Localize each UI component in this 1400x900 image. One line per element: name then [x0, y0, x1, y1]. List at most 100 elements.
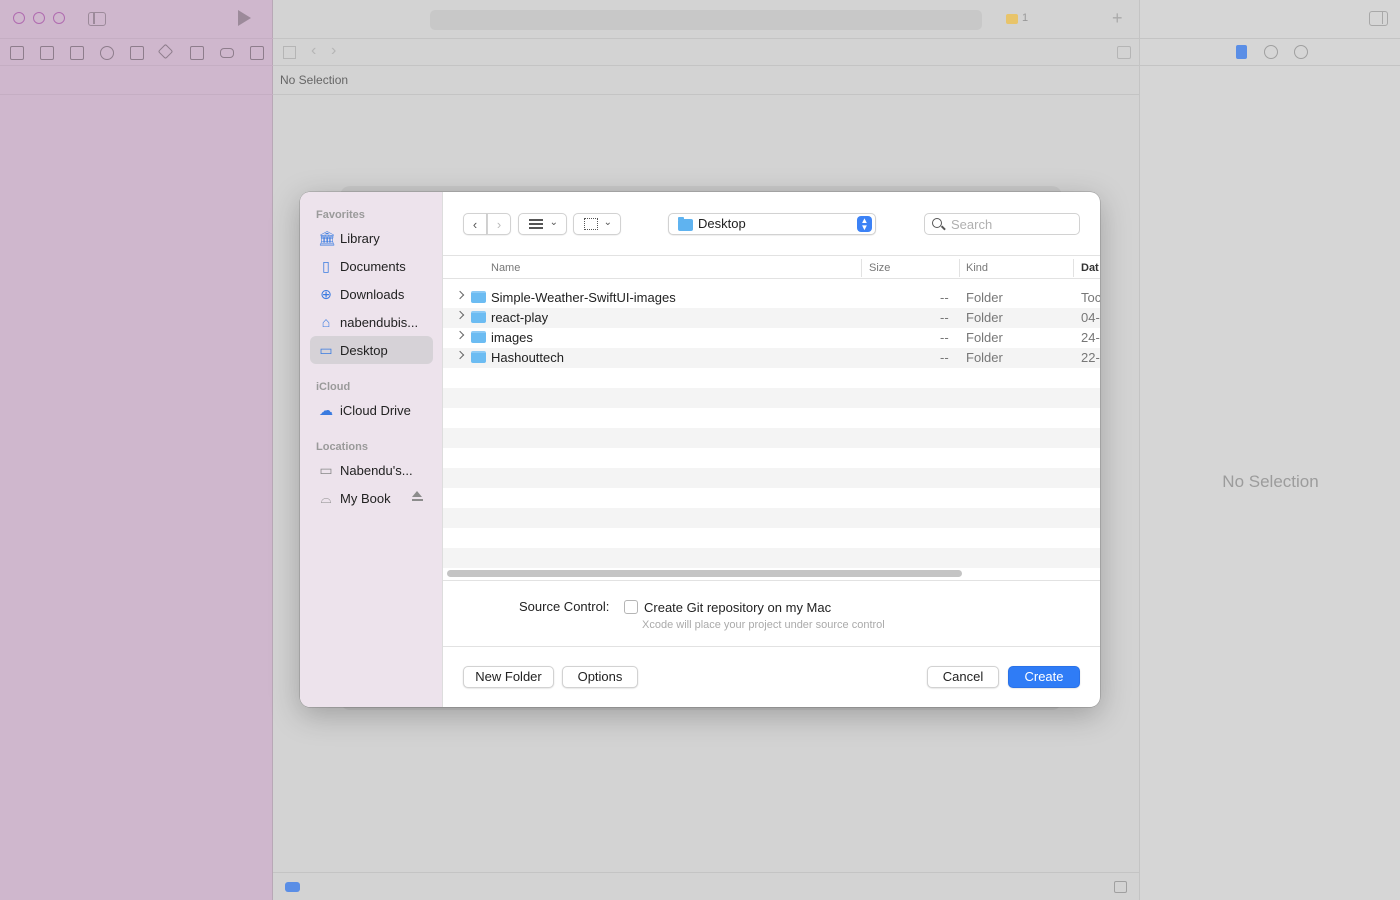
library-icon: 🏛 — [318, 230, 336, 246]
disclosure-triangle-icon[interactable] — [455, 310, 465, 320]
warning-icon[interactable] — [1006, 14, 1018, 24]
table-row[interactable]: Simple-Weather-SwiftUI-images -- Folder … — [443, 288, 1100, 308]
empty-row — [443, 408, 1100, 428]
locations-section-title: Locations — [316, 441, 368, 453]
zoom-window-button[interactable] — [53, 12, 65, 24]
group-view-button[interactable]: ⌄ — [573, 213, 621, 235]
table-row[interactable]: Hashouttech -- Folder 22- — [443, 348, 1100, 368]
git-repository-checkbox[interactable] — [624, 600, 638, 614]
location-popup[interactable]: Desktop ▲ ▼ — [668, 213, 876, 235]
forward-button[interactable]: › — [487, 213, 511, 235]
new-folder-button[interactable]: New Folder — [463, 666, 554, 688]
disclosure-triangle-icon[interactable] — [455, 350, 465, 360]
sidebar-item-label: My Book — [340, 490, 391, 506]
file-size: -- — [940, 330, 949, 345]
navigator-tab-bar — [0, 38, 273, 66]
sidebar-item-mac-disk[interactable]: ▭ Nabendu's... — [310, 456, 433, 484]
xcode-inspector-pane: No Selection — [1139, 0, 1400, 900]
file-name: Simple-Weather-SwiftUI-images — [491, 290, 676, 305]
related-items-icon[interactable] — [283, 46, 296, 59]
file-browser-pane: ‹ › ⌄ ⌄ Desktop ▲▼ Name Size Kind Dat — [443, 192, 1100, 707]
source-control-navigator-icon[interactable] — [40, 46, 54, 60]
empty-row — [443, 428, 1100, 448]
file-kind: Folder — [966, 330, 1003, 345]
sidebar-item-label: Nabendu's... — [340, 462, 413, 478]
issue-navigator-icon[interactable] — [130, 46, 144, 60]
sidebar-item-downloads[interactable]: ⊕ Downloads — [310, 280, 433, 308]
disclosure-triangle-icon[interactable] — [455, 290, 465, 300]
options-button[interactable]: Options — [562, 666, 638, 688]
table-row[interactable]: react-play -- Folder 04- — [443, 308, 1100, 328]
sidebar-item-home[interactable]: ⌂ nabendubis... — [310, 308, 433, 336]
history-inspector-icon[interactable] — [1264, 45, 1278, 59]
project-navigator-icon[interactable] — [10, 46, 24, 60]
back-arrow-icon[interactable]: ‹ — [311, 42, 316, 60]
editor-bottom-bar — [273, 872, 1139, 900]
search-icon — [932, 218, 942, 228]
sidebar-item-label: Downloads — [340, 286, 405, 302]
folder-icon — [678, 217, 693, 231]
column-name[interactable]: Name — [491, 262, 520, 274]
disclosure-triangle-icon[interactable] — [455, 330, 465, 340]
sidebar-item-documents[interactable]: ▯ Documents — [310, 252, 433, 280]
sidebar-item-library[interactable]: 🏛 Library — [310, 224, 433, 252]
file-date: 24- — [1081, 330, 1100, 345]
back-button[interactable]: ‹ — [463, 213, 487, 235]
minimize-window-button[interactable] — [33, 12, 45, 24]
empty-row — [443, 508, 1100, 528]
location-label: Desktop — [698, 216, 746, 231]
download-icon: ⊕ — [320, 286, 332, 302]
list-view-button[interactable]: ⌄ — [518, 213, 567, 235]
sidebar-item-icloud-drive[interactable]: ☁ iCloud Drive — [310, 396, 433, 424]
folder-icon — [471, 311, 486, 323]
horizontal-scrollbar[interactable] — [447, 570, 962, 577]
debug-area-toggle-icon[interactable] — [1114, 881, 1127, 893]
add-tab-icon[interactable]: + — [1112, 8, 1123, 29]
create-button[interactable]: Create — [1008, 666, 1080, 688]
cloud-icon: ☁ — [319, 402, 333, 418]
xcode-navigator-pane — [0, 0, 273, 900]
desktop-icon: ▭ — [319, 342, 333, 358]
sidebar-item-my-book[interactable]: ⌓ My Book — [310, 484, 433, 512]
split-editor-icon[interactable] — [1117, 46, 1131, 59]
symbol-navigator-icon[interactable] — [70, 46, 84, 60]
inspector-toggle-icon[interactable] — [1369, 11, 1388, 26]
column-kind[interactable]: Kind — [966, 262, 988, 274]
test-navigator-icon[interactable] — [157, 43, 174, 60]
debug-navigator-icon[interactable] — [190, 46, 204, 60]
eject-icon[interactable] — [412, 491, 423, 502]
chevron-right-icon: › — [496, 216, 502, 232]
report-navigator-icon[interactable] — [250, 46, 264, 60]
search-input[interactable] — [951, 216, 1071, 232]
file-inspector-icon[interactable] — [1236, 45, 1247, 59]
empty-row — [443, 448, 1100, 468]
git-repository-checkbox-label[interactable]: Create Git repository on my Mac — [644, 600, 831, 615]
cancel-button[interactable]: Cancel — [927, 666, 999, 688]
source-control-hint: Xcode will place your project under sour… — [642, 619, 885, 631]
jump-bar: No Selection — [280, 73, 349, 87]
column-divider[interactable] — [959, 259, 960, 277]
column-divider[interactable] — [861, 259, 862, 277]
search-field[interactable] — [924, 213, 1080, 235]
column-date[interactable]: Dat — [1081, 262, 1099, 274]
inspector-tab-bar — [1140, 38, 1400, 66]
inspector-empty-label: No Selection — [1222, 472, 1319, 491]
folder-icon — [471, 331, 486, 343]
sidebar-item-desktop[interactable]: ▭ Desktop — [310, 336, 433, 364]
breakpoint-navigator-icon[interactable] — [220, 48, 234, 58]
help-inspector-icon[interactable] — [1294, 45, 1308, 59]
forward-arrow-icon[interactable]: › — [331, 42, 336, 60]
home-icon: ⌂ — [321, 314, 331, 330]
run-icon[interactable] — [238, 10, 251, 26]
column-divider[interactable] — [1073, 259, 1074, 277]
favorites-section-title: Favorites — [316, 209, 365, 221]
external-drive-icon: ⌓ — [320, 490, 332, 506]
column-size[interactable]: Size — [869, 262, 890, 274]
navigator-toggle-icon[interactable] — [88, 12, 106, 26]
table-row[interactable]: images -- Folder 24- — [443, 328, 1100, 348]
close-window-button[interactable] — [13, 12, 25, 24]
file-kind: Folder — [966, 350, 1003, 365]
file-size: -- — [940, 290, 949, 305]
filter-icon[interactable] — [285, 882, 300, 892]
find-navigator-icon[interactable] — [100, 46, 114, 60]
